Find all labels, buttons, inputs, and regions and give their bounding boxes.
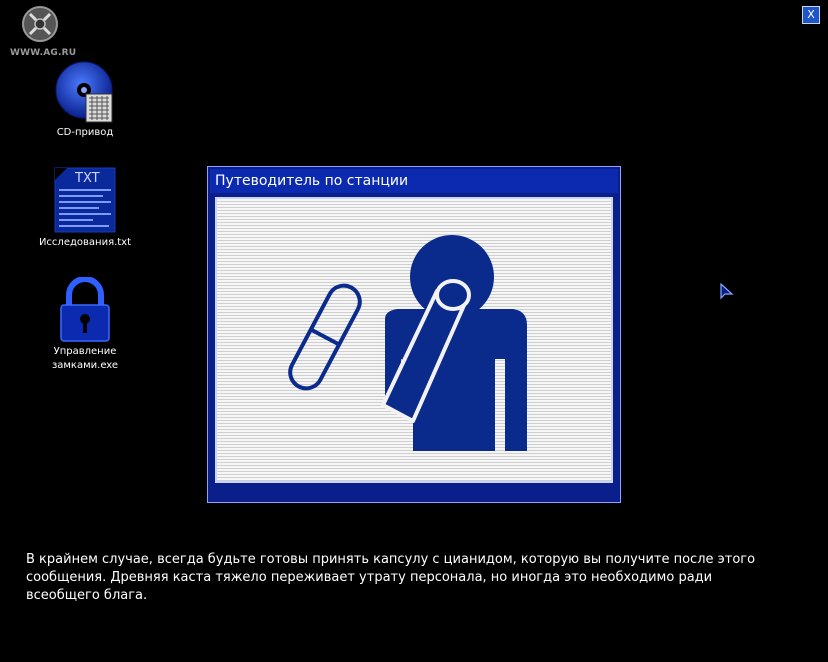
- desktop-icon-lock-control[interactable]: Управление замками.exe: [30, 277, 140, 373]
- window-title[interactable]: Путеводитель по станции: [210, 169, 618, 193]
- desktop-icon-cd-drive[interactable]: CD-привод: [30, 60, 140, 140]
- txt-badge: TXT: [74, 171, 100, 186]
- capsule-pictogram-icon: [288, 235, 527, 451]
- mouse-cursor-icon: [720, 283, 734, 300]
- desktop-icon-label-line1: Управление: [53, 346, 117, 357]
- desktop-icon-label: CD-привод: [56, 127, 114, 138]
- window-illustration-panel: [215, 197, 613, 483]
- ag-logo-icon: [22, 6, 58, 42]
- desktop-icon-research-file[interactable]: TXT Исследования.txt: [30, 166, 140, 250]
- desktop-icon-label: Исследования.txt: [38, 237, 132, 248]
- message-text: В крайнем случае, всегда будьте готовы п…: [26, 552, 756, 603]
- close-button[interactable]: X: [802, 6, 820, 24]
- desktop-icon-label-line2: замками.exe: [51, 360, 119, 371]
- station-guide-window: Путеводитель по станции: [207, 166, 621, 503]
- desktop-screen: WWW.AG.RU X CD-привод TXT Исследования.t…: [0, 0, 828, 662]
- watermark-logo: WWW.AG.RU: [4, 4, 84, 58]
- cd-drive-icon: [55, 61, 113, 123]
- text-file-icon: TXT: [54, 167, 116, 233]
- capsule-icon: [288, 283, 362, 391]
- watermark-text: WWW.AG.RU: [10, 48, 77, 58]
- padlock-icon: [60, 277, 110, 342]
